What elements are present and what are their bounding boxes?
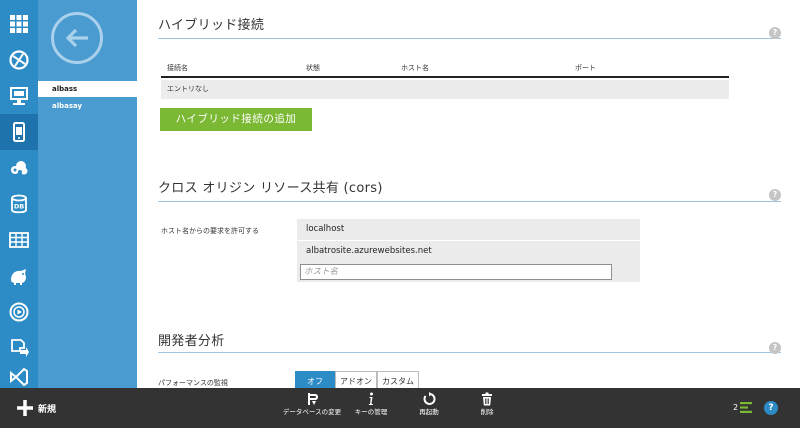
back-arrow-icon <box>65 28 88 48</box>
media-services-icon[interactable] <box>0 294 38 330</box>
service-bus-icon[interactable] <box>0 330 38 366</box>
storage-icon[interactable] <box>0 222 38 258</box>
service-rail: DB <box>0 0 38 388</box>
perf-option-addon[interactable]: アドオン <box>335 371 377 388</box>
new-button-label: 新規 <box>38 404 57 415</box>
nav-item-albasay[interactable]: albasay <box>38 98 137 114</box>
hybrid-section-title: ハイブリッド接続 <box>158 18 265 33</box>
command-bar: 新規 データベースの変更 キーの管理 再起動 削除 2 ? <box>0 388 800 428</box>
hybrid-help-icon[interactable]: ? <box>769 27 781 39</box>
cors-host-input[interactable]: ホスト名 <box>300 264 612 280</box>
cors-section-title: クロス オリジン リソース共有 (cors) <box>158 181 383 196</box>
help-icon[interactable]: ? <box>764 401 778 415</box>
cors-help-icon[interactable]: ? <box>769 189 781 201</box>
portal-window: DB albass albasay ハイブリッド接続 ? 接続名 状態 ホスト名… <box>0 0 800 428</box>
all-items-icon[interactable] <box>0 6 38 42</box>
hybrid-empty-row: エントリなし <box>161 80 729 99</box>
nav-item-albass[interactable]: albass <box>38 81 137 97</box>
notifications-icon <box>740 402 753 413</box>
manage-keys-label: キーの管理 <box>354 408 388 416</box>
hybrid-table-header: 接続名 状態 ホスト名 ポート <box>161 58 729 78</box>
dev-analytics-help-icon[interactable]: ? <box>769 342 781 354</box>
virtual-machines-icon[interactable] <box>0 78 38 114</box>
cors-new-host-row: ホスト名 <box>297 261 640 282</box>
plus-icon <box>17 400 33 416</box>
notification-count: 2 <box>733 403 739 412</box>
column-header-status: 状態 <box>306 64 320 72</box>
cors-host-localhost[interactable]: localhost <box>297 219 640 240</box>
cors-allowed-origins-label: ホスト名からの要求を許可する <box>161 227 259 235</box>
dev-analytics-section-title: 開発者分析 <box>158 334 225 349</box>
visual-studio-icon[interactable] <box>0 366 38 388</box>
restart-icon <box>423 392 436 405</box>
back-button[interactable] <box>51 12 103 64</box>
column-header-port: ポート <box>575 64 596 72</box>
hybrid-section-divider <box>158 38 781 39</box>
info-icon <box>368 392 373 405</box>
change-database-label: データベースの変更 <box>282 408 342 416</box>
svg-text:DB: DB <box>14 203 24 211</box>
column-header-name: 接続名 <box>167 64 188 72</box>
hdinsight-icon[interactable] <box>0 258 38 294</box>
cloud-services-icon[interactable] <box>0 150 38 186</box>
site-nav: albass albasay <box>38 0 137 388</box>
performance-monitoring-label: パフォーマンスの監視 <box>158 379 228 387</box>
dev-analytics-divider <box>158 352 781 353</box>
sql-databases-icon[interactable]: DB <box>0 186 38 222</box>
cors-host-albatrosite[interactable]: albatrosite.azurewebsites.net <box>297 241 640 262</box>
perf-option-custom[interactable]: カスタム <box>377 371 419 388</box>
websites-icon[interactable] <box>0 42 38 78</box>
database-change-icon <box>308 393 319 405</box>
add-hybrid-connection-button[interactable]: ハイブリッド接続の追加 <box>160 108 312 131</box>
notifications-button[interactable]: 2 <box>733 402 753 413</box>
delete-label: 削除 <box>480 408 494 416</box>
restart-label: 再起動 <box>419 408 439 416</box>
mobile-services-icon[interactable] <box>0 114 38 150</box>
perf-option-off[interactable]: オフ <box>295 371 335 388</box>
main-content: ハイブリッド接続 ? 接続名 状態 ホスト名 ポート エントリなし ハイブリッド… <box>137 0 800 388</box>
column-header-hostname: ホスト名 <box>401 64 429 72</box>
trash-icon <box>482 392 492 406</box>
delete-button[interactable]: 削除 <box>452 392 522 416</box>
new-button[interactable]: 新規 <box>16 398 56 418</box>
cors-section-divider <box>158 201 781 202</box>
